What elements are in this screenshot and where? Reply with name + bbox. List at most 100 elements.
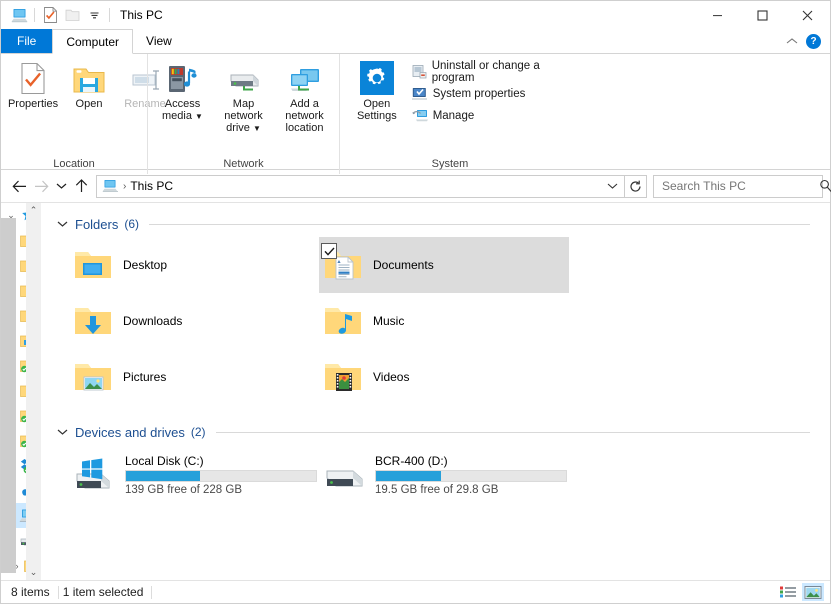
ribbon-group-label-location: Location [53, 158, 95, 170]
collapse-ribbon-icon[interactable] [786, 37, 798, 45]
previous-locations-icon[interactable] [602, 176, 622, 197]
minimize-button[interactable] [695, 1, 740, 29]
title-bar: This PC [1, 1, 830, 29]
properties-button[interactable]: Properties [5, 59, 61, 110]
tab-file[interactable]: File [1, 29, 53, 53]
back-button[interactable] [8, 174, 30, 198]
desktop-folder-icon [73, 245, 113, 285]
open-button[interactable]: Open [61, 59, 117, 110]
selection-checkbox[interactable] [321, 243, 337, 259]
details-view-button[interactable] [777, 583, 799, 601]
explorer-body: ⌄ › ⌃ ⌄ Folders (6) Desktop Documents Do… [1, 202, 830, 580]
group-divider [149, 223, 810, 225]
devices-group-title: Devices and drives [75, 424, 185, 440]
up-button[interactable] [70, 174, 92, 198]
drive-item-local-disk-c[interactable]: Local Disk (C:) 139 GB free of 228 GB [69, 447, 319, 503]
system-properties-icon [412, 86, 428, 102]
drive-usage-fill [126, 471, 201, 481]
forward-button [30, 174, 52, 198]
folder-label-documents: Documents [373, 258, 434, 272]
drive-item-bcr-400-d[interactable]: BCR-400 (D:) 19.5 GB free of 29.8 GB [319, 447, 569, 503]
chevron-down-icon: ▼ [252, 124, 261, 133]
status-selection: 1 item selected [62, 585, 144, 599]
ribbon-tabs: File Computer View ? [1, 29, 830, 54]
maximize-button[interactable] [740, 1, 785, 29]
drive-usage-bar [125, 470, 317, 482]
ribbon-group-label-network: Network [223, 158, 264, 170]
customize-dropdown-icon[interactable] [83, 4, 105, 26]
this-pc-icon [102, 178, 118, 194]
access-media-button[interactable]: Access media ▼ [152, 59, 213, 122]
drive-info: BCR-400 (D:) 19.5 GB free of 29.8 GB [375, 454, 567, 496]
file-list-pane: Folders (6) Desktop Documents Downloads … [41, 203, 830, 580]
ribbon: Properties Open Rename Location Access m… [1, 54, 830, 174]
status-item-count: 8 items [11, 585, 50, 599]
chevron-down-icon: ▼ [195, 112, 203, 121]
scrollbar-thumb[interactable] [1, 218, 16, 573]
chevron-down-icon[interactable] [55, 428, 69, 436]
folder-label-downloads: Downloads [123, 314, 183, 328]
breadcrumb[interactable]: › This PC [96, 174, 625, 198]
folder-item-documents[interactable]: Documents [319, 237, 569, 293]
open-settings-button[interactable]: Open Settings [344, 59, 406, 122]
large-icons-view-button[interactable] [802, 583, 824, 601]
recent-locations-icon[interactable] [52, 174, 70, 198]
folder-item-pictures[interactable]: Pictures [69, 349, 319, 405]
breadcrumb-right [602, 176, 622, 197]
drive-usage-fill [376, 471, 441, 481]
map-network-drive-icon [226, 61, 262, 95]
manage-button[interactable]: Manage [412, 106, 552, 125]
properties-icon [18, 61, 48, 95]
drive-info: Local Disk (C:) 139 GB free of 228 GB [125, 454, 317, 496]
pictures-folder-icon [73, 357, 113, 397]
breadcrumb-this-pc[interactable]: This PC [130, 179, 173, 193]
search-box[interactable] [653, 174, 831, 198]
drives-grid: Local Disk (C:) 139 GB free of 228 GB BC… [69, 447, 830, 503]
view-buttons [777, 583, 824, 601]
ribbon-group-location: Properties Open Rename Location [1, 54, 166, 174]
uninstall-program-button[interactable]: Uninstall or change a program [412, 60, 552, 84]
navigation-pane-scrollbar[interactable]: ⌃ ⌄ [26, 203, 41, 580]
folder-item-videos[interactable]: Videos [319, 349, 569, 405]
help-icon[interactable]: ? [806, 33, 821, 49]
folder-item-music[interactable]: Music [319, 293, 569, 349]
add-network-location-button[interactable]: Add a network location [274, 59, 335, 134]
chevron-down-icon[interactable] [55, 220, 69, 228]
tab-computer[interactable]: Computer [52, 29, 134, 54]
drive-label-local-disk-c: Local Disk (C:) [125, 454, 204, 468]
window-controls [695, 1, 830, 29]
scroll-up-icon[interactable]: ⌃ [26, 203, 41, 218]
add-network-location-label: Add a network location [285, 98, 324, 134]
properties-icon[interactable] [39, 4, 61, 26]
manage-icon [412, 108, 428, 124]
devices-group-count: (2) [190, 425, 206, 439]
drive-free-text-d: 19.5 GB free of 29.8 GB [375, 484, 499, 496]
devices-group-header[interactable]: Devices and drives (2) [55, 411, 830, 445]
folder-label-videos: Videos [373, 370, 410, 384]
refresh-button[interactable] [625, 174, 647, 198]
window-title: This PC [120, 8, 163, 22]
open-settings-label: Open Settings [356, 98, 397, 122]
open-folder-icon [73, 61, 105, 95]
tab-view[interactable]: View [133, 29, 185, 53]
folder-item-downloads[interactable]: Downloads [69, 293, 319, 349]
scroll-down-icon[interactable]: ⌄ [26, 565, 41, 580]
videos-folder-icon [323, 357, 363, 397]
ribbon-group-label-system: System [431, 158, 469, 170]
add-network-location-icon [287, 61, 323, 95]
drive-usage-bar [375, 470, 567, 482]
drive-label-bcr-400-d: BCR-400 (D:) [375, 454, 448, 468]
search-input[interactable] [660, 178, 819, 194]
folder-item-desktop[interactable]: Desktop [69, 237, 319, 293]
folders-group-header[interactable]: Folders (6) [55, 203, 830, 237]
close-button[interactable] [785, 1, 830, 29]
qat-divider-2 [109, 8, 110, 22]
map-network-drive-button[interactable]: Map network drive ▼ [213, 59, 274, 134]
this-pc-icon[interactable] [8, 4, 30, 26]
system-properties-button[interactable]: System properties [412, 84, 552, 103]
status-divider-2 [151, 585, 153, 599]
windows-drive-icon [73, 455, 117, 495]
search-icon[interactable] [819, 179, 831, 193]
system-small-buttons: Uninstall or change a program System pro… [406, 59, 556, 125]
new-folder-icon[interactable] [61, 4, 83, 26]
